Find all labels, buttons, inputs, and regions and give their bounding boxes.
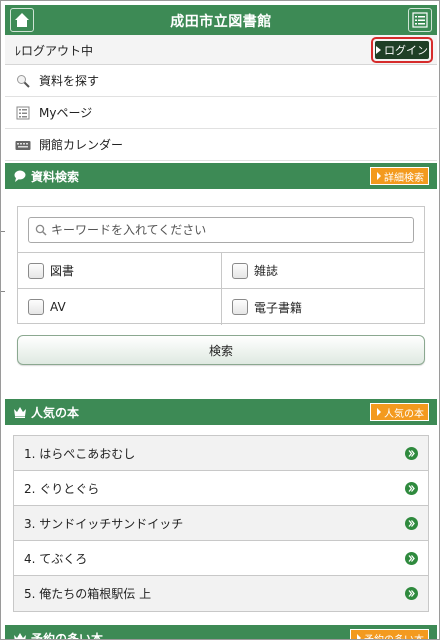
checkbox-box[interactable]	[232, 262, 248, 279]
chevron-right-icon	[405, 552, 418, 565]
checkbox-box[interactable]	[28, 262, 44, 279]
edge-mark	[1, 291, 5, 301]
login-status: ﾚログアウト中	[15, 44, 94, 58]
checkbox-ebooks[interactable]: 電子書籍	[221, 289, 424, 325]
checkbox-label: 雑誌	[254, 264, 279, 278]
search-icon	[35, 224, 47, 236]
nav-item-label: Myページ	[39, 106, 93, 120]
search-panel: 図書 雑誌 AV 電子書籍	[17, 206, 425, 325]
nav-item-search[interactable]: 資料を探す	[5, 65, 437, 97]
checkbox-label: 図書	[50, 264, 75, 278]
magnifier-icon	[15, 73, 31, 89]
chevron-right-icon	[405, 517, 418, 530]
nav-item-label: 資料を探す	[39, 74, 100, 88]
book-title: 3. サンドイッチサンドイッチ	[24, 516, 184, 531]
checkbox-label: AV	[50, 300, 66, 314]
nav-item-calendar[interactable]: 開館カレンダー	[5, 129, 437, 161]
reserved-section-header: 予約の多い本 予約の多い本	[5, 625, 437, 640]
crown-icon	[13, 632, 27, 639]
chevron-right-icon	[405, 482, 418, 495]
keyboard-calendar-icon	[15, 137, 31, 153]
search-section-title: 資料検索	[31, 169, 80, 184]
menu-list-icon	[412, 12, 428, 28]
material-type-checkboxes: 図書 雑誌 AV 電子書籍	[18, 253, 424, 325]
triangle-right-icon	[357, 634, 361, 639]
list-item[interactable]: 4. てぶくろ	[14, 541, 428, 576]
list-item[interactable]: 3. サンドイッチサンドイッチ	[14, 506, 428, 541]
list-item[interactable]: 5. 俺たちの箱根駅伝 上	[14, 576, 428, 611]
checkbox-box[interactable]	[232, 299, 248, 315]
login-button[interactable]: ログイン	[375, 41, 429, 59]
crown-icon	[13, 406, 27, 418]
popular-section-title: 人気の本	[31, 405, 80, 420]
popular-section-header: 人気の本 人気の本	[5, 399, 437, 425]
popular-book-list: 1. はらぺこあおむし 2. ぐりとぐら 3. サンドイッチサンドイッチ 4. …	[13, 435, 429, 612]
list-item[interactable]: 2. ぐりとぐら	[14, 471, 428, 506]
search-field-row	[18, 207, 424, 253]
app-title: 成田市立図書館	[170, 14, 272, 30]
app-header: 成田市立図書館	[5, 5, 437, 35]
book-title: 1. はらぺこあおむし	[24, 446, 136, 461]
checkbox-box[interactable]	[28, 299, 44, 315]
book-title: 2. ぐりとぐら	[24, 481, 100, 496]
book-title: 5. 俺たちの箱根駅伝 上	[24, 587, 152, 601]
login-button-highlight: ログイン	[371, 37, 433, 63]
nav-menu: 資料を探す Myページ 開館カレンダー	[5, 65, 437, 161]
reserved-books-button[interactable]: 予約の多い本	[350, 629, 429, 640]
mobile-page: 成田市立図書館 ﾚログアウト中 ログイン 資料を探す Myページ 開館カレンダー…	[0, 0, 440, 640]
reserved-books-label: 予約の多い本	[364, 634, 424, 640]
mypage-list-icon	[15, 105, 31, 121]
checkbox-av[interactable]: AV	[18, 289, 221, 325]
detail-search-button[interactable]: 詳細検索	[370, 167, 429, 185]
search-section-header: 資料検索 詳細検索	[5, 163, 437, 189]
checkbox-label: 電子書籍	[254, 300, 303, 315]
detail-search-label: 詳細検索	[384, 172, 424, 184]
reserved-section-title: 予約の多い本	[31, 631, 104, 640]
search-input-box[interactable]	[28, 217, 414, 243]
search-button[interactable]: 検索	[17, 335, 425, 365]
chevron-right-icon	[405, 587, 418, 600]
popular-books-label: 人気の本	[384, 408, 424, 420]
checkbox-magazines[interactable]: 雑誌	[221, 253, 424, 289]
list-item[interactable]: 1. はらぺこあおむし	[14, 436, 428, 471]
login-bar: ﾚログアウト中 ログイン	[5, 35, 437, 65]
keyword-input[interactable]	[51, 223, 413, 237]
triangle-right-icon	[377, 172, 381, 180]
book-title: 4. てぶくろ	[24, 551, 88, 566]
nav-item-mypage[interactable]: Myページ	[5, 97, 437, 129]
nav-item-label: 開館カレンダー	[39, 138, 124, 152]
menu-button[interactable]	[408, 8, 432, 32]
edge-mark	[1, 231, 5, 241]
popular-books-button[interactable]: 人気の本	[370, 403, 429, 421]
chevron-right-icon	[405, 447, 418, 460]
login-button-label: ログイン	[384, 44, 428, 57]
triangle-right-icon	[377, 408, 381, 416]
checkbox-books[interactable]: 図書	[18, 253, 221, 289]
speech-bubble-icon	[13, 169, 27, 183]
triangle-right-icon	[376, 46, 381, 54]
